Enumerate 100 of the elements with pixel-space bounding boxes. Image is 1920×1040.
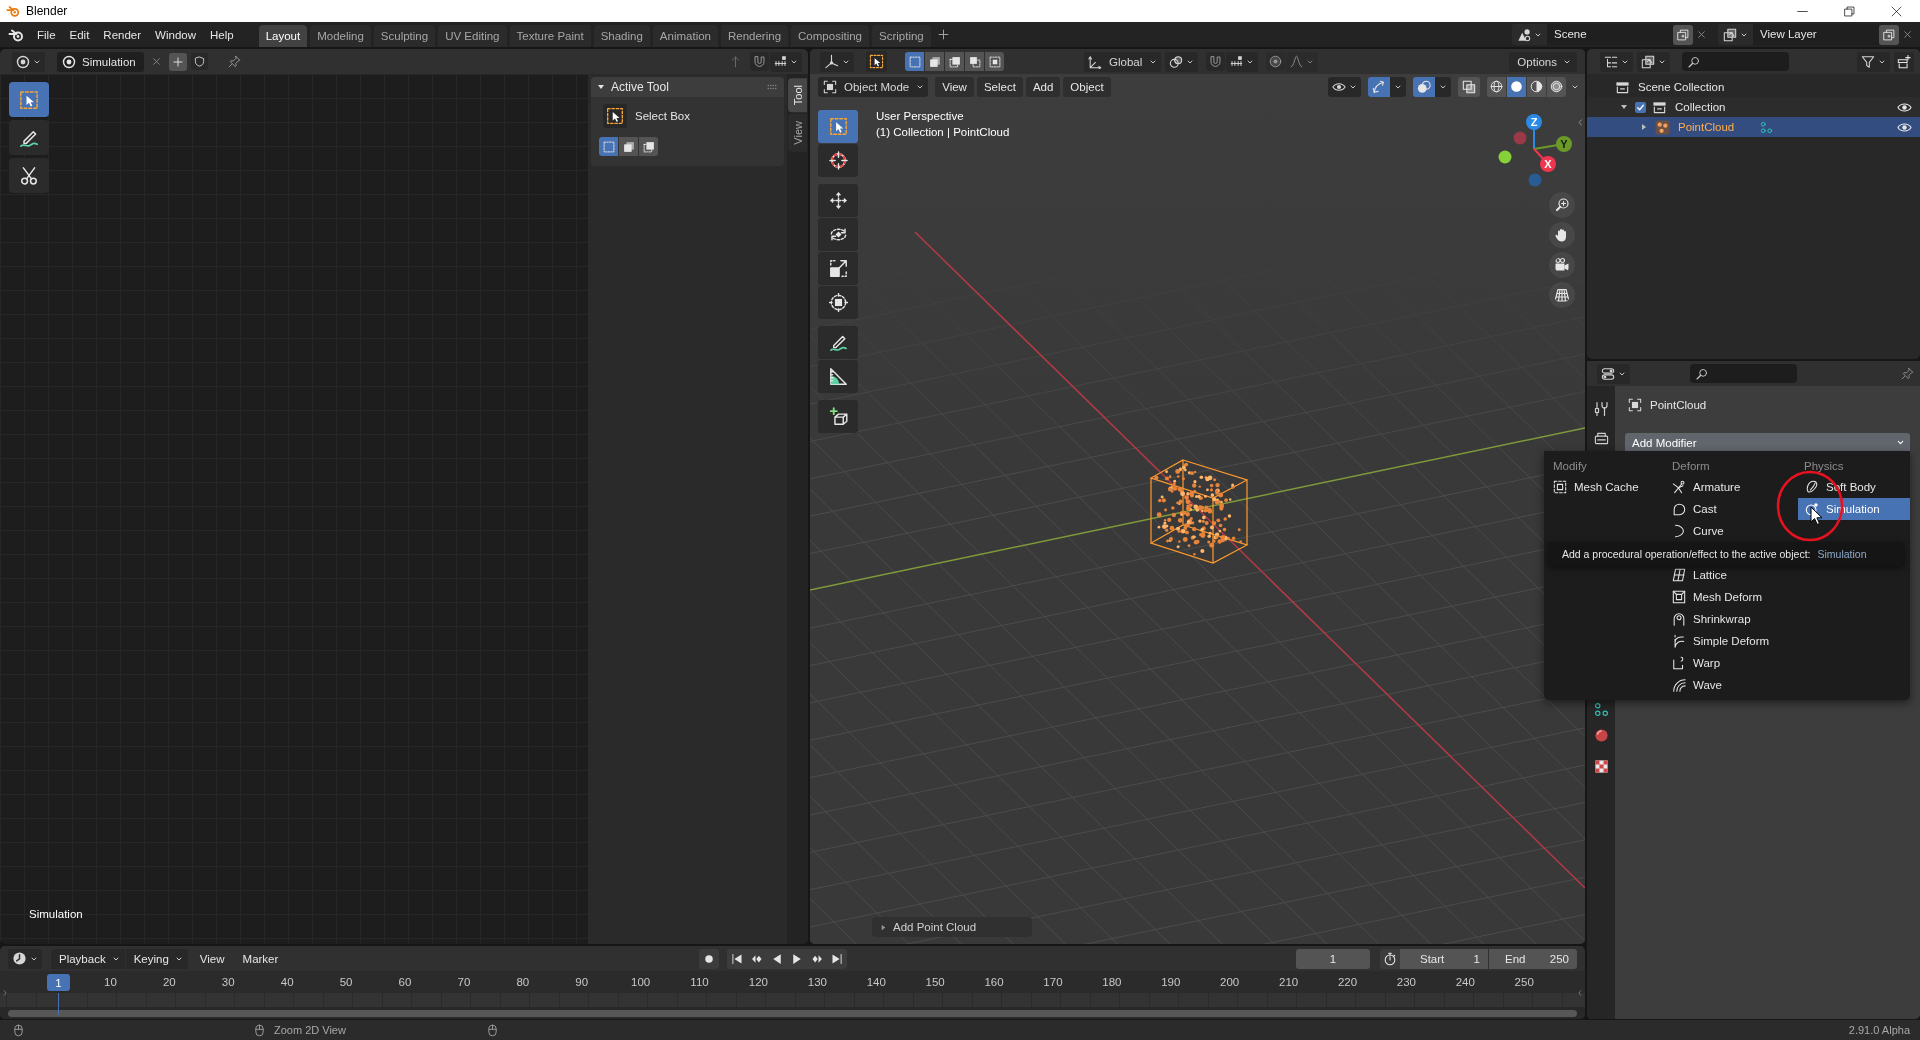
editor-type-dropdown[interactable] [8,948,42,969]
move-tool[interactable] [818,184,858,217]
triangle-right-icon[interactable] [1640,123,1648,131]
menu-item[interactable]: Help [203,24,241,45]
snap-dropdown[interactable] [1226,51,1259,72]
scene-name-field[interactable]: Scene [1547,24,1673,45]
popover-dropdown[interactable]: Keying [125,948,189,969]
workspace-tab[interactable]: Modeling [310,25,371,47]
axis-handle[interactable] [1498,150,1512,164]
new-collection-icon[interactable] [1894,51,1914,72]
select-box-tool[interactable] [818,110,858,143]
scene-selector[interactable] [1512,24,1547,45]
editor-type-dropdown[interactable] [820,51,854,72]
select-mode-button[interactable] [985,52,1004,71]
zoom-in-icon[interactable] [1549,192,1575,218]
arrow-up-icon[interactable] [729,55,742,68]
visibility-dropdown[interactable] [1328,76,1361,97]
axis-handle[interactable] [1528,173,1542,187]
scrollbar[interactable] [8,1009,1577,1017]
scale-tool[interactable] [818,252,858,285]
restore-icon[interactable] [1844,5,1855,17]
select-mode-button[interactable] [639,137,658,156]
menu-item[interactable]: Add [1025,76,1061,97]
transform-tool[interactable] [818,286,858,319]
triangle-down-icon[interactable] [1620,103,1628,111]
search-field[interactable] [1690,364,1797,383]
orientation-dropdown[interactable]: Global [1084,51,1162,72]
plus-icon[interactable] [937,29,949,40]
workspace-tab[interactable]: Rendering [721,25,789,47]
menu-item[interactable]: Lattice [1666,564,1798,586]
editor-type-dropdown[interactable] [12,51,45,72]
mode-dropdown[interactable]: Object Mode [818,76,929,97]
rotate-tool[interactable] [818,218,858,251]
magnet-icon[interactable] [1206,52,1226,71]
outliner-item[interactable]: Collection [1587,97,1920,117]
select-mode-button[interactable] [619,137,638,156]
stopwatch-icon[interactable] [1380,948,1400,969]
axis-handle[interactable]: X [1540,156,1556,172]
select-mode-button[interactable] [965,52,984,71]
popover-dropdown[interactable]: Playback [51,948,126,969]
cursor-tool[interactable] [818,144,858,177]
axis-handle[interactable] [1513,131,1527,145]
overlays-toggle[interactable] [1413,76,1435,97]
menu-item[interactable]: Shrinkwrap [1666,608,1798,630]
shading-button[interactable] [1487,76,1506,97]
axis-handle[interactable]: Y [1556,136,1572,152]
annotate-tool[interactable] [818,326,858,359]
workspace-tab[interactable]: Sculpting [373,25,436,47]
menu-item[interactable]: Warp [1666,652,1798,674]
menu-item[interactable]: Wave [1666,674,1798,696]
view-layer-selector[interactable] [1718,24,1753,45]
menu-item[interactable]: Mesh Deform [1666,586,1798,608]
hand-icon[interactable] [1549,222,1575,248]
filter-dropdown[interactable] [1857,51,1890,72]
snap-dropdown[interactable] [770,51,802,72]
menu-item[interactable]: Cast [1666,498,1798,520]
menu-item[interactable]: Mesh Cache [1547,476,1666,498]
workspace-tab[interactable]: UV Editing [438,25,507,47]
view-layer-dropdown[interactable] [1637,51,1670,72]
checkbox[interactable] [1635,101,1646,113]
copy-icon[interactable] [1879,24,1899,45]
select-arrow-icon[interactable] [866,51,887,72]
pin-icon[interactable] [227,55,241,68]
search-field[interactable] [1682,52,1789,71]
outliner-item[interactable]: Scene Collection [1587,77,1920,97]
shading-button[interactable] [1507,76,1526,97]
add-cube-tool[interactable] [818,400,858,433]
copy-icon[interactable] [1673,24,1693,45]
menu-item[interactable]: Curve [1666,520,1798,542]
menu-item[interactable]: Armature [1666,476,1798,498]
workspace-tab[interactable]: Shading [593,25,650,47]
view-layer-name-field[interactable]: View Layer [1753,24,1879,45]
shading-button[interactable] [1527,76,1546,97]
menu-item[interactable]: Simple Deform [1666,630,1798,652]
outliner-item[interactable]: PointCloud [1587,117,1920,137]
current-frame-field[interactable]: 1 [1296,948,1370,969]
menu-item[interactable]: Marker [235,948,286,969]
falloff-dropdown[interactable] [1286,51,1319,72]
menu-item[interactable]: Object [1063,76,1111,97]
menu-item[interactable]: File [30,24,63,45]
measure-tool[interactable] [818,360,858,393]
menu-item[interactable]: View [192,948,232,969]
gizmo-toggle[interactable] [1368,76,1390,97]
editor-type-dropdown[interactable] [1597,363,1630,384]
datablock-field[interactable]: Simulation [57,51,144,72]
menu-item[interactable]: Edit [62,24,97,45]
magnet-icon[interactable] [750,52,769,71]
sidebar-tab[interactable]: View [788,114,807,152]
pivot-dropdown[interactable] [1165,51,1199,72]
pin-icon[interactable] [1901,367,1914,380]
camera-icon[interactable] [1549,252,1575,278]
shield-icon[interactable] [190,53,208,70]
workspace-tab[interactable]: Scripting [872,25,931,47]
close-icon[interactable] [1891,5,1902,17]
end-frame-field[interactable]: End 250 [1489,948,1577,969]
workspace-tab[interactable]: Compositing [791,25,869,47]
sidebar-tab[interactable]: Tool [788,78,807,113]
shading-button[interactable] [1547,76,1566,97]
annotate-tool[interactable] [9,120,49,155]
playhead[interactable]: 1 [47,974,70,991]
